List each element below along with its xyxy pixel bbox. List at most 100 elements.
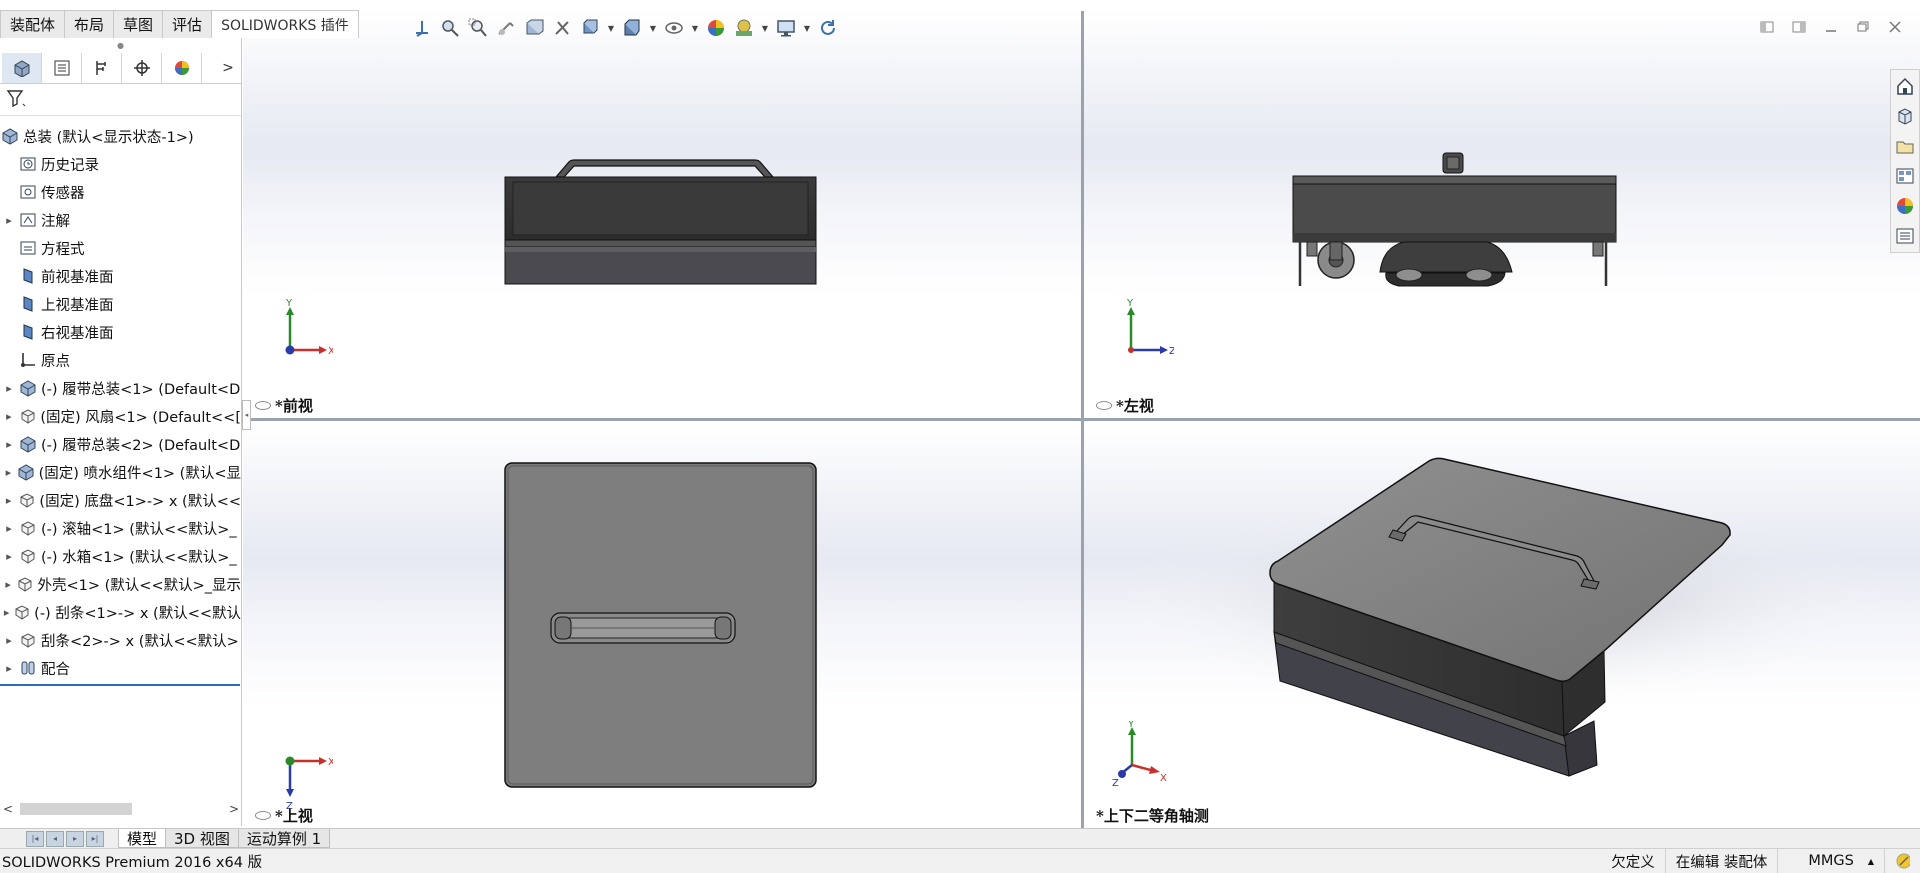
viewport-horizontal-splitter[interactable] xyxy=(243,418,1920,421)
view-orientation-icon[interactable] xyxy=(410,16,434,40)
first-tab-icon[interactable]: |◂ xyxy=(26,830,44,847)
minimize-icon[interactable] xyxy=(1820,18,1842,36)
expand-arrow-icon[interactable]: ▸ xyxy=(0,522,18,535)
tab-layout[interactable]: 布局 xyxy=(64,10,115,38)
tree-item[interactable]: ▸ (-) 履带总装<1> (Default<D xyxy=(0,374,241,402)
display-manager-icon[interactable] xyxy=(162,52,202,83)
tile-left-icon[interactable] xyxy=(1756,18,1778,36)
tree-item[interactable]: ▸ (固定) 喷水组件<1> (默认<显 xyxy=(0,458,241,486)
tree-filter[interactable] xyxy=(0,84,241,116)
restore-icon[interactable] xyxy=(1852,18,1874,36)
feature-manager-icon[interactable] xyxy=(2,52,42,83)
viewport-front[interactable]: Y X *前视 xyxy=(243,11,1081,418)
custom-properties-icon[interactable] xyxy=(1893,224,1917,248)
tree-item[interactable]: 前视基准面 xyxy=(0,262,241,290)
zoom-to-area-icon[interactable] xyxy=(466,16,490,40)
tab-motion-study[interactable]: 运动算例 1 xyxy=(237,829,331,848)
scroll-left-icon[interactable]: < xyxy=(0,802,16,816)
tree-item[interactable]: ▸ (-) 刮条<1>-> x (默认<<默认 xyxy=(0,598,241,626)
viewport-left[interactable]: Y Z *左视 xyxy=(1084,11,1920,418)
dropdown-arrow-icon[interactable]: ▼ xyxy=(606,16,616,40)
viewport-visibility-icon[interactable] xyxy=(255,811,271,820)
next-tab-icon[interactable]: ▸ xyxy=(66,830,84,847)
view-palette-icon[interactable] xyxy=(1893,164,1917,188)
expand-arrow-icon[interactable]: ▸ xyxy=(0,382,18,395)
tree-item[interactable]: ▸ (-) 履带总装<2> (Default<D xyxy=(0,430,241,458)
hide-show-items-icon[interactable] xyxy=(662,16,686,40)
expand-arrow-icon[interactable]: ▸ xyxy=(0,214,18,227)
dropdown-arrow-icon[interactable]: ▼ xyxy=(760,16,770,40)
home-icon[interactable] xyxy=(1893,74,1917,98)
display-style-icon[interactable] xyxy=(620,16,644,40)
task-pane-tabs xyxy=(1890,69,1920,253)
expand-arrow-icon[interactable]: ▸ xyxy=(0,466,17,479)
tree-item[interactable]: ▸ 刮条<2>-> x (默认<<默认> xyxy=(0,626,241,654)
configuration-manager-icon[interactable] xyxy=(82,52,122,83)
tree-item[interactable]: ▸ 配合 xyxy=(0,654,241,682)
rebuild-icon[interactable] xyxy=(816,16,840,40)
tabs-scroll-right-icon[interactable]: > xyxy=(215,53,241,83)
tree-item[interactable]: ▸ (固定) 底盘<1>-> x (默认<< xyxy=(0,486,241,514)
tree-item[interactable]: ▸ (固定) 风扇<1> (Default<<[ xyxy=(0,402,241,430)
tree-horizontal-scrollbar[interactable]: < > xyxy=(0,800,242,818)
dynamic-annotation-icon[interactable] xyxy=(550,16,574,40)
tree-item[interactable]: ▸ (-) 滚轴<1> (默认<<默认>_ xyxy=(0,514,241,542)
tab-evaluate[interactable]: 评估 xyxy=(162,10,213,38)
assembly-icon xyxy=(0,126,20,146)
tab-3d-views[interactable]: 3D 视图 xyxy=(165,829,239,848)
tree-root-assembly[interactable]: 总装 (默认<显示状态-1>) xyxy=(0,122,241,150)
design-library-icon[interactable] xyxy=(1893,104,1917,128)
edit-appearance-icon[interactable] xyxy=(704,16,728,40)
tile-right-icon[interactable] xyxy=(1788,18,1810,36)
expand-arrow-icon[interactable]: ▸ xyxy=(0,662,18,675)
expand-arrow-icon[interactable]: ▸ xyxy=(0,410,18,423)
tree-item[interactable]: ▸ 外壳<1> (默认<<默认>_显示 xyxy=(0,570,241,598)
filter-icon[interactable] xyxy=(6,89,26,111)
scroll-track[interactable] xyxy=(16,802,226,816)
previous-view-icon[interactable] xyxy=(494,16,518,40)
tree-item[interactable]: 上视基准面 xyxy=(0,290,241,318)
panel-collapse-handle[interactable]: ◂ xyxy=(242,400,251,430)
scroll-thumb[interactable] xyxy=(20,803,132,815)
last-tab-icon[interactable]: ▸| xyxy=(86,830,104,847)
dropdown-arrow-icon[interactable]: ▼ xyxy=(802,16,812,40)
status-indicator-icon[interactable] xyxy=(1884,848,1920,873)
apply-scene-icon[interactable] xyxy=(732,16,756,40)
viewport-top[interactable]: X Z *上视 xyxy=(243,421,1081,828)
dimxpert-manager-icon[interactable] xyxy=(122,52,162,83)
view-settings-icon[interactable] xyxy=(774,16,798,40)
tree-item[interactable]: 右视基准面 xyxy=(0,318,241,346)
tree-item[interactable]: 方程式 xyxy=(0,234,241,262)
appearances-icon[interactable] xyxy=(1893,194,1917,218)
expand-arrow-icon[interactable]: ▸ xyxy=(0,606,13,619)
view-orientation-dropdown-icon[interactable] xyxy=(578,16,602,40)
close-icon[interactable] xyxy=(1884,18,1906,36)
viewport-isometric[interactable]: Y X Z *上下二等角轴测 xyxy=(1084,421,1920,828)
dropdown-arrow-icon[interactable]: ▼ xyxy=(648,16,658,40)
dropdown-arrow-icon[interactable]: ▼ xyxy=(690,16,700,40)
viewport-visibility-icon[interactable] xyxy=(1096,401,1112,410)
file-explorer-icon[interactable] xyxy=(1893,134,1917,158)
previous-tab-icon[interactable]: ◂ xyxy=(46,830,64,847)
expand-arrow-icon[interactable]: ▸ xyxy=(0,634,18,647)
expand-arrow-icon[interactable]: ▸ xyxy=(0,550,18,563)
viewport-visibility-icon[interactable] xyxy=(255,401,271,410)
expand-arrow-icon[interactable]: ▸ xyxy=(0,578,16,591)
property-manager-icon[interactable] xyxy=(42,52,82,83)
tab-assembly[interactable]: 装配体 xyxy=(0,10,66,38)
tab-sketch[interactable]: 草图 xyxy=(113,10,164,38)
tree-item[interactable]: 传感器 xyxy=(0,178,241,206)
status-units[interactable]: MMGS ▲ xyxy=(1777,848,1884,873)
zoom-to-fit-icon[interactable] xyxy=(438,16,462,40)
scroll-right-icon[interactable]: > xyxy=(226,802,242,816)
tree-item[interactable]: ▸ 注解 xyxy=(0,206,241,234)
tab-solidworks-addins[interactable]: SOLIDWORKS 插件 xyxy=(211,10,359,38)
section-view-icon[interactable] xyxy=(522,16,546,40)
tree-item[interactable]: 历史记录 xyxy=(0,150,241,178)
tree-item[interactable]: ▸ (-) 水箱<1> (默认<<默认>_ xyxy=(0,542,241,570)
tree-item[interactable]: 原点 xyxy=(0,346,241,374)
expand-arrow-icon[interactable]: ▸ xyxy=(0,438,18,451)
panel-grip[interactable]: ● xyxy=(0,38,241,52)
tab-model[interactable]: 模型 xyxy=(118,829,167,848)
expand-arrow-icon[interactable]: ▸ xyxy=(0,494,17,507)
